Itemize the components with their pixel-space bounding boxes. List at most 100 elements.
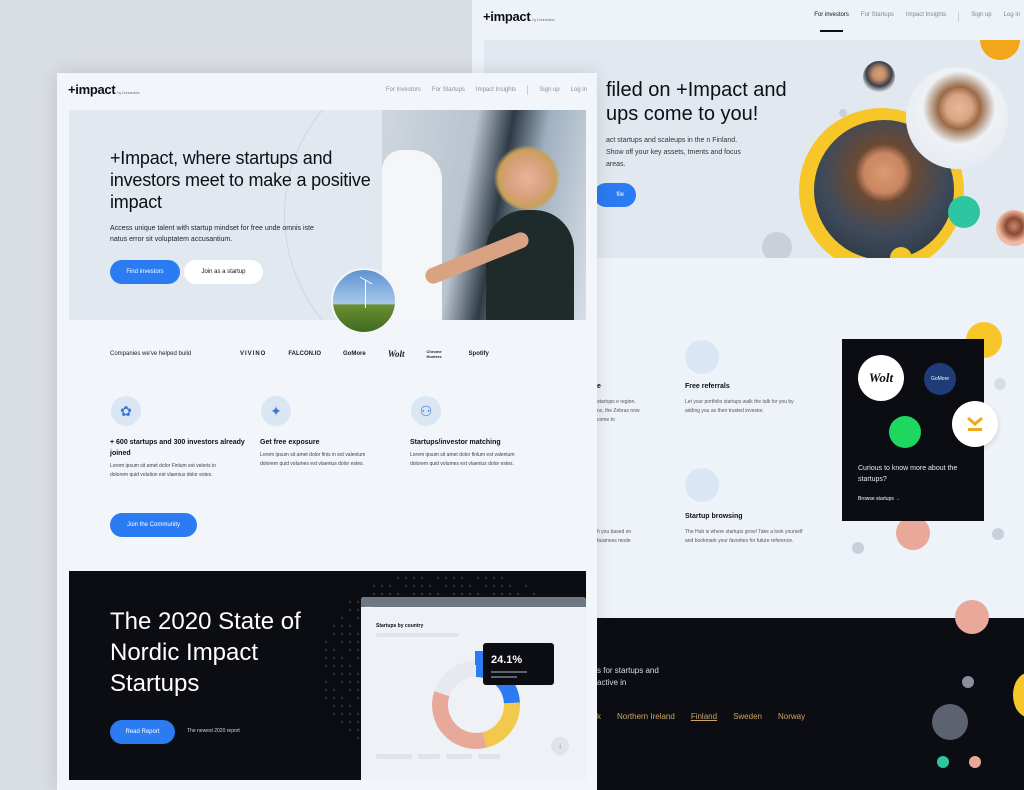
nav-for-startups[interactable]: For Startups (432, 87, 465, 93)
feature-text: Let your portfolio startups walk the tal… (685, 399, 794, 414)
map-dot (341, 641, 343, 643)
map-dot (349, 641, 351, 643)
back-hero-button[interactable]: file (594, 183, 636, 207)
back-dark-section: s for startups and active in k Northern … (597, 618, 1024, 790)
map-dot (485, 577, 487, 579)
map-dot (509, 593, 511, 595)
decor-circle (762, 232, 792, 258)
map-dot (517, 593, 519, 595)
back-logo[interactable]: +impact by Connectors (483, 9, 555, 24)
woman-figure (494, 144, 560, 210)
join-as-startup-button[interactable]: Join as a startup (184, 260, 263, 284)
report-subtitle: The newest 2020 report (187, 728, 240, 734)
hero-title: +Impact, where startups and investors me… (110, 148, 371, 212)
map-dot (333, 705, 335, 707)
map-dot (357, 649, 359, 651)
country-link[interactable]: Sweden (733, 712, 762, 721)
feature-title: Get free exposure (260, 439, 320, 446)
country-link[interactable]: k (597, 712, 601, 721)
nav-sign-up[interactable]: Sign up (539, 87, 559, 93)
feature-text: Lorem ipsum sit amet dolor Finlum est ve… (110, 463, 216, 478)
turbine-mast (365, 280, 366, 308)
map-dot (469, 593, 471, 595)
map-dot (461, 593, 463, 595)
map-dot (381, 585, 383, 587)
join-community-button[interactable]: Join the Community (110, 513, 197, 537)
map-dot (421, 593, 423, 595)
decor-circle (962, 676, 974, 688)
map-dot (333, 713, 335, 715)
back-nav-insights[interactable]: Impact Insights (906, 12, 946, 22)
map-dot (349, 601, 351, 603)
feature-matching: ⚇ Startups/investor matching Lorem ipsum… (410, 396, 550, 468)
country-link[interactable]: Norway (778, 712, 805, 721)
map-dot (373, 593, 375, 595)
feature-title: Startups/investor matching (410, 439, 501, 446)
widget-titlebar: ••• (361, 597, 586, 612)
gomore-logo: GoMore (343, 351, 366, 357)
map-dot (533, 593, 535, 595)
map-dot (453, 593, 455, 595)
feature-text: Lorem ipsum sit amet dolor finlum est va… (410, 452, 515, 467)
read-report-button[interactable]: Read Report (110, 720, 175, 744)
map-dot (349, 625, 351, 627)
front-logo[interactable]: +impact by Connectors (68, 82, 140, 97)
placeholder-bar (376, 754, 412, 759)
map-dot (357, 601, 359, 603)
back-nav-links: For investors For Startups Impact Insigh… (802, 12, 1024, 32)
map-dot (357, 697, 359, 699)
map-dot (469, 585, 471, 587)
partner-logos: Companies we've helped build VIVINO FALC… (110, 349, 511, 359)
spotify-logo: Spotify (468, 351, 489, 357)
referrals-icon (685, 340, 719, 374)
front-nav-links: For Investors For Startups Impact Insigh… (375, 85, 587, 95)
person-avatar-edge (996, 210, 1024, 246)
nav-log-in[interactable]: Log in (571, 87, 587, 93)
back-nav-startups[interactable]: For Startups (861, 12, 894, 22)
map-dot (349, 713, 351, 715)
nav-for-investors[interactable]: For Investors (386, 87, 421, 93)
country-link[interactable]: Finland (691, 712, 717, 721)
feature-title: + 600 startups and 300 investors already… (110, 439, 245, 457)
map-dot (349, 673, 351, 675)
map-dot (349, 705, 351, 707)
decor-circle (896, 516, 930, 550)
feature-text-cropped: h you based on business mode (597, 529, 632, 544)
wolt-logo: Wolt (387, 349, 405, 359)
nav-impact-insights[interactable]: Impact Insights (476, 87, 516, 93)
decor-circle (948, 196, 980, 228)
map-dot (413, 577, 415, 579)
browse-startups-link[interactable]: Browse startups → (858, 496, 900, 502)
map-dot (349, 633, 351, 635)
find-investors-button[interactable]: Find investors (110, 260, 180, 284)
feature-text: The Hub is where startups grow! Take a l… (685, 529, 803, 544)
map-dot (453, 585, 455, 587)
man-avatar-small (863, 61, 895, 93)
map-dot (357, 633, 359, 635)
feature-title: Startup browsing (685, 513, 743, 520)
back-nav-login[interactable]: Log in (1004, 12, 1020, 22)
map-dot (349, 609, 351, 611)
map-dot (421, 585, 423, 587)
map-dot (373, 585, 375, 587)
decor-circle (955, 600, 989, 634)
country-link[interactable]: Northern Ireland (617, 712, 675, 721)
feature-text-cropped: startups e region, ns, the Zebras now co… (597, 399, 640, 423)
woman-shirt (486, 210, 574, 320)
placeholder-bar (446, 754, 472, 759)
map-dot (357, 641, 359, 643)
tooltip-line (491, 671, 527, 673)
placeholder-bar (418, 754, 440, 759)
back-navbar: +impact by Connectors For investors For S… (472, 0, 1024, 38)
map-dot (357, 657, 359, 659)
map-dot (501, 585, 503, 587)
download-icon (965, 414, 985, 434)
back-nav-investors[interactable]: For investors (814, 12, 849, 32)
woman-photo (906, 67, 1008, 169)
wolt-logo: Wolt (858, 355, 904, 401)
back-nav-signup[interactable]: Sign up (971, 12, 991, 22)
download-icon[interactable]: ↓ (551, 737, 569, 755)
map-dot (341, 673, 343, 675)
map-dot (437, 577, 439, 579)
vivino-logo: VIVINO (240, 351, 267, 357)
